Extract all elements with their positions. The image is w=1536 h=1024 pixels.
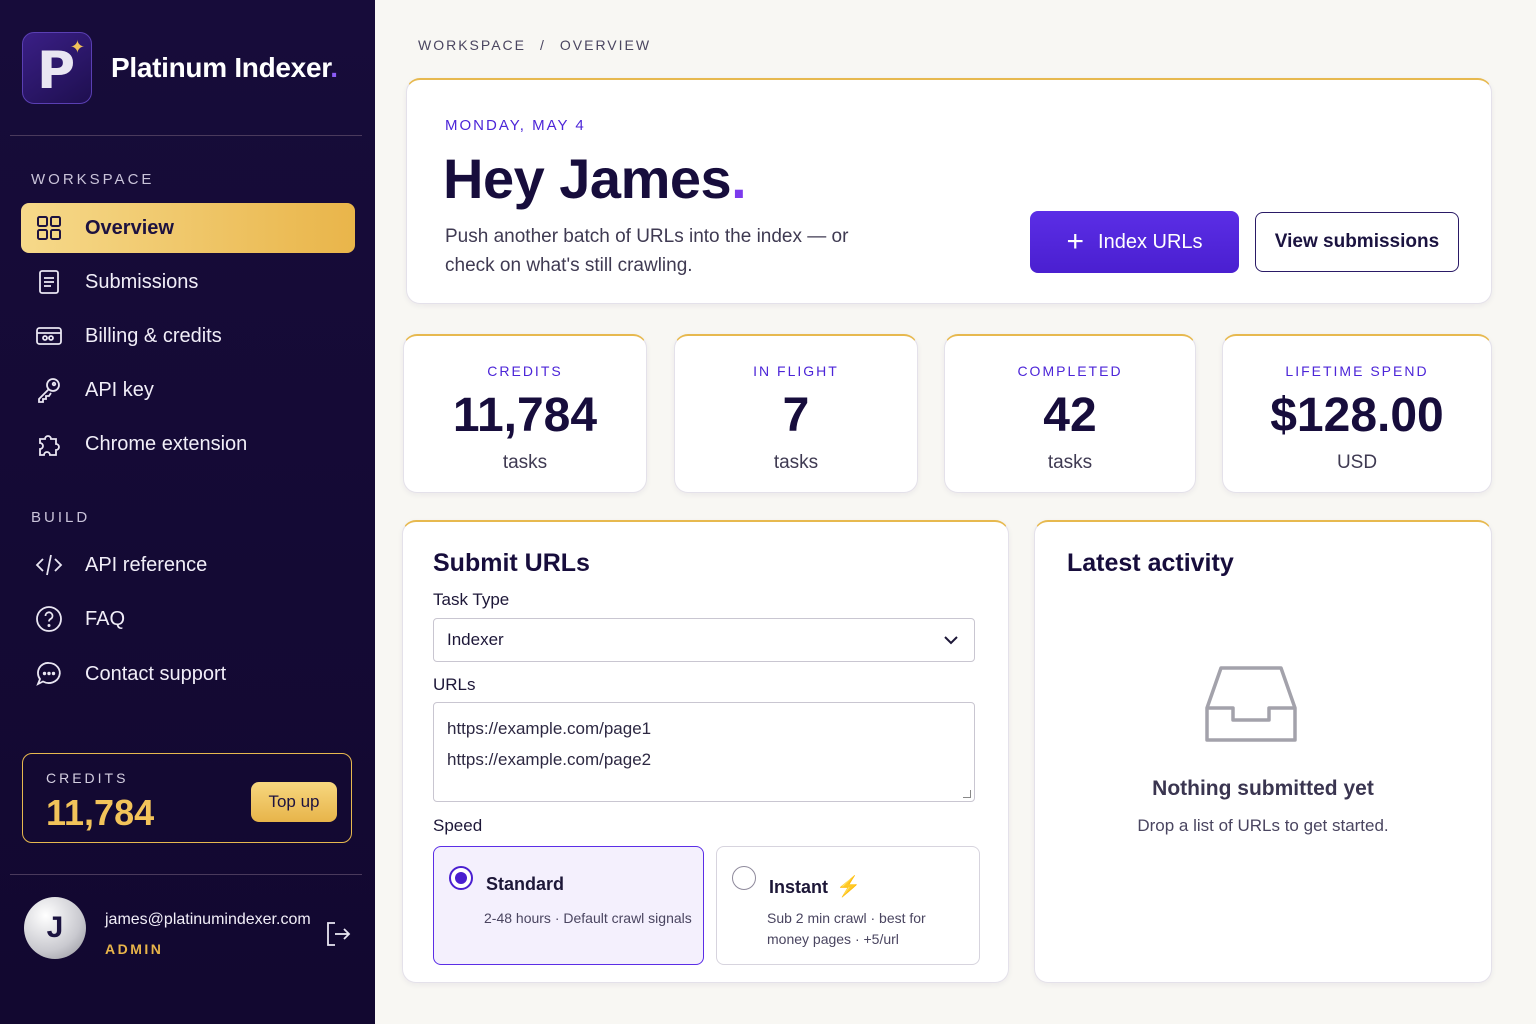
sidebar-item-api-reference[interactable]: API reference <box>21 540 355 590</box>
empty-state-subtitle: Drop a list of URLs to get started. <box>1137 816 1389 835</box>
sidebar-item-label: Chrome extension <box>85 432 248 455</box>
sidebar-credits-card: CREDITS 11,784 Top up <box>22 753 352 843</box>
question-icon <box>21 605 77 633</box>
latest-activity-card: Latest activity Nothing submitted yet Dr… <box>1034 520 1492 983</box>
stat-value: 7 <box>782 389 810 442</box>
stat-value: 11,784 <box>452 389 598 442</box>
puzzle-icon <box>21 430 77 458</box>
stat-unit: USD <box>1336 452 1378 473</box>
urls-label: URLs <box>433 675 476 694</box>
credits-label: CREDITS <box>46 770 129 786</box>
speed-option-title: Standard <box>486 874 565 894</box>
plus-icon: + <box>1066 225 1085 258</box>
sidebar-item-label: API key <box>85 378 154 401</box>
sidebar-item-label: API reference <box>85 553 208 576</box>
document-icon <box>21 268 77 296</box>
speed-option-instant[interactable]: Instant ⚡ Sub 2 min crawl · best for mone… <box>716 846 980 965</box>
app-name: Platinum Indexer. <box>111 52 338 83</box>
stat-card-lifetime-spend: LIFETIME SPEND $128.00 USD <box>1222 334 1492 493</box>
sidebar-item-label: Overview <box>85 216 174 239</box>
sidebar-section-build: BUILD <box>31 509 91 526</box>
sidebar-item-contact-support[interactable]: Contact support <box>21 649 355 699</box>
grid-icon <box>21 214 77 242</box>
view-submissions-button[interactable]: View submissions <box>1255 212 1459 272</box>
inbox-icon <box>1205 666 1297 742</box>
current-date: MONDAY, MAY 4 <box>445 117 586 134</box>
stat-unit: tasks <box>773 452 819 473</box>
speed-label: Speed <box>433 816 483 835</box>
breadcrumb-current: OVERVIEW <box>559 37 652 53</box>
sparkle-icon: ✦ <box>69 37 85 57</box>
sidebar-item-submissions[interactable]: Submissions <box>21 257 355 307</box>
stat-unit: tasks <box>502 452 548 473</box>
stat-unit: tasks <box>1047 452 1093 473</box>
sidebar-item-chrome-extension[interactable]: Chrome extension <box>21 419 355 469</box>
urls-textarea[interactable]: https://example.com/page1 https://exampl… <box>433 702 975 802</box>
user-email: james@platinumindexer.com <box>105 911 311 928</box>
sidebar-item-faq[interactable]: FAQ <box>21 594 355 644</box>
sidebar-item-api-key[interactable]: API key <box>21 365 355 415</box>
sidebar-item-label: FAQ <box>85 607 126 630</box>
chat-icon <box>21 660 77 688</box>
sidebar-item-label: Contact support <box>85 662 227 685</box>
stat-card-credits: CREDITS 11,784 tasks <box>403 334 647 493</box>
welcome-subtitle: Push another batch of URLs into the inde… <box>445 226 849 276</box>
sidebar-item-billing[interactable]: Billing & credits <box>21 311 355 361</box>
sidebar-section-workspace: WORKSPACE <box>31 171 155 188</box>
stat-label: IN FLIGHT <box>753 363 839 379</box>
stat-label: COMPLETED <box>1017 363 1123 379</box>
sidebar-item-label: Submissions <box>85 270 199 293</box>
stat-label: LIFETIME SPEND <box>1285 363 1429 379</box>
logout-icon[interactable] <box>322 918 354 950</box>
lightning-icon: ⚡ <box>836 876 861 898</box>
chevron-down-icon <box>944 636 958 645</box>
stat-value: 42 <box>1043 389 1097 442</box>
resize-handle-icon[interactable] <box>963 790 971 798</box>
speed-option-title: Instant ⚡ <box>769 876 861 898</box>
user-role-badge: ADMIN <box>105 941 164 957</box>
url-line: https://example.com/page2 <box>447 750 652 769</box>
index-urls-label: Index URLs <box>1098 230 1203 253</box>
welcome-card: MONDAY, MAY 4 Hey James. Push another ba… <box>406 78 1492 304</box>
latest-activity-title: Latest activity <box>1067 549 1234 577</box>
stat-card-completed: COMPLETED 42 tasks <box>944 334 1196 493</box>
sidebar-divider <box>10 874 362 875</box>
url-line: https://example.com/page1 <box>447 719 652 738</box>
task-type-select[interactable]: Indexer <box>433 618 975 662</box>
avatar[interactable]: J <box>24 897 86 959</box>
task-type-label: Task Type <box>433 590 510 609</box>
submit-urls-title: Submit URLs <box>433 549 590 577</box>
ticket-icon <box>21 322 77 350</box>
stat-card-in-flight: IN FLIGHT 7 tasks <box>674 334 918 493</box>
page-title: Hey James. <box>443 147 747 210</box>
top-up-button[interactable]: Top up <box>251 782 337 822</box>
index-urls-button[interactable]: + Index URLs <box>1030 211 1239 273</box>
sidebar-item-label: Billing & credits <box>85 324 222 347</box>
breadcrumb-separator: / <box>539 37 546 53</box>
radio-selected-icon[interactable] <box>449 866 473 890</box>
code-icon <box>21 551 77 579</box>
stat-label: CREDITS <box>487 363 563 379</box>
stat-value: $128.00 <box>1270 389 1444 442</box>
app-logo[interactable]: P ✦ <box>22 32 92 104</box>
sidebar-item-overview[interactable]: Overview <box>21 203 355 253</box>
speed-option-desc: Sub 2 min crawl · best for money pages ·… <box>767 910 926 947</box>
breadcrumb: WORKSPACE / OVERVIEW <box>418 37 651 53</box>
speed-option-standard[interactable]: Standard 2-48 hours · Default crawl sign… <box>433 846 704 965</box>
breadcrumb-root[interactable]: WORKSPACE <box>418 37 526 53</box>
submit-urls-card: Submit URLs Task Type Indexer URLs https… <box>402 520 1009 983</box>
task-type-value: Indexer <box>447 630 504 649</box>
credits-value: 11,784 <box>46 792 155 833</box>
radio-unselected-icon[interactable] <box>732 866 756 890</box>
sidebar-divider <box>10 135 362 136</box>
sidebar: P ✦ Platinum Indexer. WORKSPACE Overview… <box>0 0 375 1024</box>
key-icon <box>21 376 77 404</box>
speed-option-desc: 2-48 hours · Default crawl signals <box>484 910 692 926</box>
empty-state-title: Nothing submitted yet <box>1152 777 1374 800</box>
